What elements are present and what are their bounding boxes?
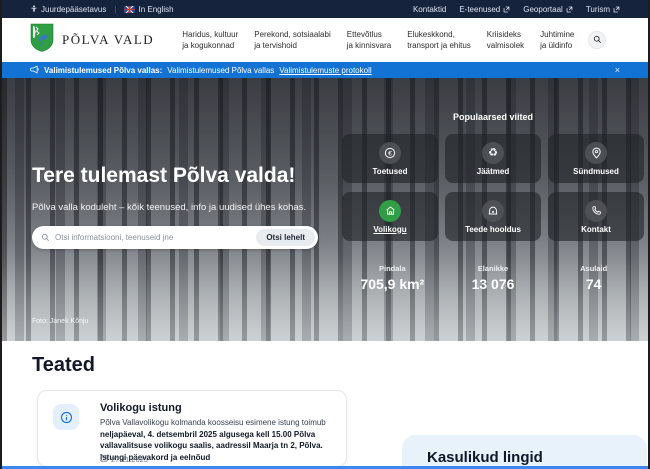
nav-elukeskkond[interactable]: Elukeskkond, transport ja ehitus (407, 29, 471, 51)
search-icon (593, 31, 602, 49)
tile-jaatmed[interactable]: ♻ Jäätmed (445, 134, 541, 183)
recycle-icon: ♻ (482, 142, 504, 164)
accessibility-label: Juurdepääsetavus (41, 5, 106, 14)
notices-section-title: Teated (32, 354, 95, 377)
external-link-icon (613, 6, 620, 13)
hero-subtitle: Põlva valla koduleht – kõik teenused, in… (32, 202, 306, 213)
top-utility-bar: Juurdepääsetavus | In English Kontaktid … (2, 0, 648, 18)
tile-sundmused[interactable]: Sündmused (548, 134, 644, 183)
megaphone-icon (30, 65, 39, 76)
tile-volikogu[interactable]: Volikogu (342, 192, 438, 241)
tile-kontakt[interactable]: Kontakt (548, 192, 644, 241)
quicklink-tiles: € Toetused ♻ Jäätmed Sündmused Volikogu (342, 134, 644, 241)
stat-pindala: Pindala 705,9 km² (342, 264, 443, 292)
header-search-button[interactable] (588, 31, 606, 49)
notice-card[interactable]: Volikogu istung Põlva Vallavolikogu kolm… (37, 390, 347, 467)
truck-icon (482, 200, 504, 222)
hero-search-bar: Otsi lehelt (32, 226, 318, 249)
announcement-banner: Valimistulemused Põlva vallas: Valimistu… (2, 62, 648, 78)
notice-date: 27.11.2025 (100, 454, 148, 464)
uk-flag-icon (124, 6, 135, 13)
euro-icon: € (379, 142, 401, 164)
topbar-link-kontaktid[interactable]: Kontaktid (413, 5, 446, 14)
announcement-bold: Valimistulemused Põlva vallas: (44, 66, 162, 75)
close-icon[interactable]: × (615, 66, 620, 75)
hero-search-submit-button[interactable]: Otsi lehelt (256, 229, 315, 246)
logo-text: PÕLVA VALD (62, 32, 154, 48)
calendar-icon (100, 454, 108, 464)
nav-perekond[interactable]: Perekond, sotsiaalabi ja tervishoid (254, 29, 331, 51)
announcement-text: Valimistulemused Põlva vallas (167, 66, 274, 75)
notice-title: Volikogu istung (100, 402, 182, 414)
nav-juhtimine[interactable]: Juhtimine ja üldinfo (540, 29, 574, 51)
stat-asulaid: Asulaid 74 (543, 264, 644, 292)
topbar-link-geoportaal[interactable]: Geoportaal (523, 5, 573, 14)
accessibility-link[interactable]: Juurdepääsetavus (30, 5, 106, 14)
useful-links-panel: Kasulikud lingid (402, 435, 647, 469)
photo-credit: Foto: Janek Kõnju (32, 318, 88, 325)
nav-ettevotlus[interactable]: Ettevõtlus ja kinnisvara (347, 29, 391, 51)
location-pin-icon (585, 142, 607, 164)
useful-links-title: Kasulikud lingid (427, 449, 543, 466)
hero-title: Tere tulemast Põlva valda! (32, 164, 295, 188)
phone-icon (585, 200, 607, 222)
page: Juurdepääsetavus | In English Kontaktid … (0, 0, 650, 469)
home-icon (379, 200, 401, 222)
content-section: Teated Volikogu istung Põlva Vallavoliko… (2, 341, 648, 469)
language-label: In English (138, 5, 173, 14)
announcement-link[interactable]: Valimistulemuste protokoll (279, 66, 371, 75)
external-link-icon (503, 6, 510, 13)
main-header: PÕLVA VALD Haridus, kultuur ja kogukonna… (2, 18, 648, 62)
quicklinks-title: Populaarsed viited (342, 112, 644, 122)
logo[interactable]: PÕLVA VALD (30, 23, 154, 57)
main-nav: Haridus, kultuur ja kogukonnad Perekond,… (182, 29, 574, 51)
hero-search-input[interactable] (55, 233, 256, 242)
topbar-link-eteenused[interactable]: E-teenused (459, 5, 510, 14)
hero-section: Tere tulemast Põlva valda! Põlva valla k… (2, 78, 648, 341)
language-switch[interactable]: In English (124, 5, 173, 14)
accessibility-icon (30, 5, 38, 13)
tile-toetused[interactable]: € Toetused (342, 134, 438, 183)
info-icon (53, 404, 79, 430)
tile-teede-hooldus[interactable]: Teede hooldus (445, 192, 541, 241)
external-link-icon (566, 6, 573, 13)
topbar-link-turism[interactable]: Turism (586, 5, 620, 14)
nav-haridus[interactable]: Haridus, kultuur ja kogukonnad (182, 29, 238, 51)
search-icon (41, 233, 50, 242)
municipality-stats: Pindala 705,9 km² Elanikke 13 076 Asulai… (342, 264, 644, 292)
divider: | (114, 5, 116, 14)
stat-elanikke: Elanikke 13 076 (443, 264, 544, 292)
coat-of-arms-icon (30, 23, 54, 57)
nav-kriisideks[interactable]: Kriisideks valmisolek (487, 29, 524, 51)
svg-text:€: € (388, 150, 392, 157)
